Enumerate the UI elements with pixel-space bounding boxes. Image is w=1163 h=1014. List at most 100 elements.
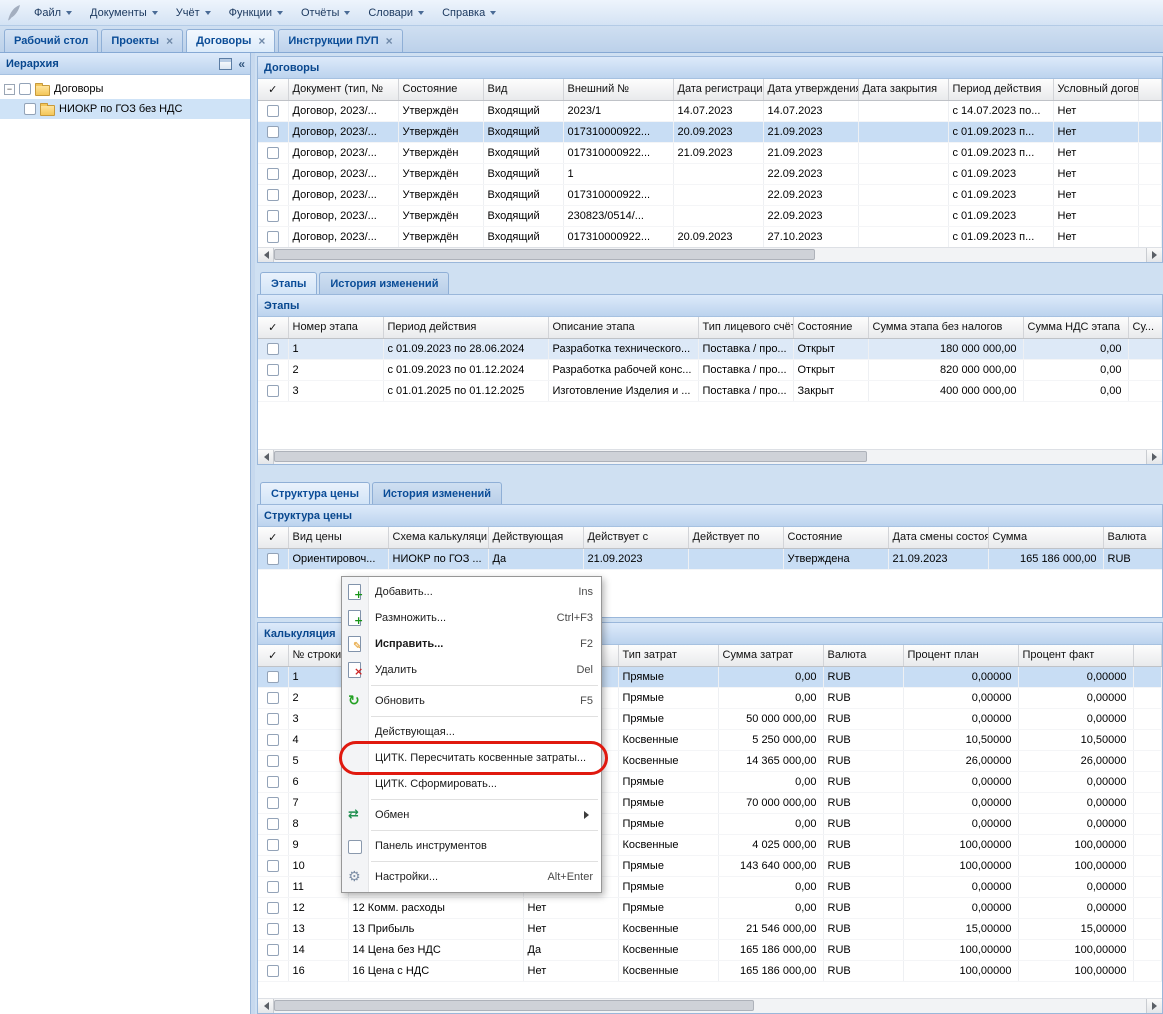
menu-item[interactable]: Обмен (342, 802, 601, 828)
column-header[interactable]: Состояние (793, 317, 868, 338)
collapse-panel-icon[interactable] (238, 58, 245, 70)
row-checkbox[interactable] (267, 147, 279, 159)
app-tab[interactable]: Договоры× (186, 29, 275, 52)
menu-item[interactable]: ЦИТК. Пересчитать косвенные затраты... (342, 745, 601, 771)
scroll-left-button[interactable] (258, 450, 274, 464)
column-header[interactable]: Внешний № (563, 79, 673, 100)
scroll-right-button[interactable] (1146, 248, 1162, 262)
row-checkbox[interactable] (267, 881, 279, 893)
row-checkbox[interactable] (267, 364, 279, 376)
menu-item[interactable]: ОбновитьF5 (342, 688, 601, 714)
scroll-right-button[interactable] (1146, 999, 1162, 1013)
column-header[interactable]: ✓ (258, 645, 288, 666)
row-checkbox[interactable] (267, 965, 279, 977)
row-checkbox[interactable] (267, 105, 279, 117)
table-row[interactable]: 1616 Цена с НДСНетКосвенные165 186 000,0… (258, 960, 1162, 981)
column-header[interactable]: Дата утверждения (763, 79, 858, 100)
column-header[interactable]: Сумма НДС этапа (1023, 317, 1128, 338)
menu-item[interactable]: ЦИТК. Сформировать... (342, 771, 601, 797)
scroll-thumb[interactable] (274, 451, 867, 462)
row-checkbox[interactable] (267, 231, 279, 243)
panel-tab[interactable]: История изменений (319, 272, 449, 294)
table-row[interactable]: Договор, 2023/...УтверждёнВходящий017310… (258, 142, 1162, 163)
scroll-track[interactable] (274, 999, 1146, 1013)
row-checkbox[interactable] (267, 553, 279, 565)
column-header[interactable]: Действует с (583, 527, 688, 548)
row-checkbox[interactable] (267, 776, 279, 788)
column-header[interactable]: Процент факт (1018, 645, 1133, 666)
panel-tab[interactable]: История изменений (372, 482, 502, 504)
app-tab[interactable]: Проекты× (101, 29, 183, 52)
horizontal-scrollbar[interactable] (258, 449, 1162, 464)
table-row[interactable]: 3с 01.01.2025 по 01.12.2025Изготовление … (258, 380, 1162, 401)
column-header[interactable]: Период действия (383, 317, 548, 338)
column-header[interactable]: Валюта (1103, 527, 1162, 548)
column-header[interactable]: ✓ (258, 527, 288, 548)
table-row[interactable]: Договор, 2023/...УтверждёнВходящий017310… (258, 121, 1162, 142)
row-checkbox[interactable] (267, 818, 279, 830)
table-row[interactable]: 1414 Цена без НДСДаКосвенные165 186 000,… (258, 939, 1162, 960)
row-checkbox[interactable] (267, 671, 279, 683)
horizontal-scrollbar[interactable] (258, 247, 1162, 262)
menu-item[interactable]: УдалитьDel (342, 657, 601, 683)
scroll-thumb[interactable] (274, 249, 815, 260)
column-header[interactable]: Сумма (988, 527, 1103, 548)
column-header[interactable]: Сумма этапа без налогов (868, 317, 1023, 338)
column-header[interactable]: Процент план (903, 645, 1018, 666)
table-row[interactable]: 1313 ПрибыльНетКосвенные21 546 000,00RUB… (258, 918, 1162, 939)
tab-close-icon[interactable]: × (258, 36, 265, 46)
table-row[interactable]: 1с 01.09.2023 по 28.06.2024Разработка те… (258, 338, 1162, 359)
column-header[interactable]: Действует по (688, 527, 783, 548)
scroll-track[interactable] (274, 450, 1146, 464)
row-checkbox[interactable] (267, 713, 279, 725)
row-checkbox[interactable] (267, 168, 279, 180)
menubar-item[interactable]: Отчёты (292, 0, 359, 25)
column-header[interactable]: Состояние (783, 527, 888, 548)
table-row[interactable]: Договор, 2023/...УтверждёнВходящий017310… (258, 226, 1162, 247)
horizontal-scrollbar[interactable] (258, 998, 1162, 1013)
row-checkbox[interactable] (267, 797, 279, 809)
app-logo-icon[interactable] (5, 4, 23, 22)
column-header[interactable]: Тип затрат (618, 645, 718, 666)
tab-close-icon[interactable]: × (386, 36, 393, 46)
column-header[interactable]: Вид (483, 79, 563, 100)
table-row[interactable]: 2с 01.09.2023 по 01.12.2024Разработка ра… (258, 359, 1162, 380)
menubar-item[interactable]: Словари (359, 0, 433, 25)
table-row[interactable]: Ориентировоч...НИОКР по ГОЗ ...Да21.09.2… (258, 548, 1162, 569)
column-header[interactable]: Валюта (823, 645, 903, 666)
column-header[interactable]: Описание этапа (548, 317, 698, 338)
table-row[interactable]: Договор, 2023/...УтверждёнВходящий2023/1… (258, 100, 1162, 121)
menu-item[interactable]: Исправить...F2 (342, 631, 601, 657)
panel-tab[interactable]: Этапы (260, 272, 317, 294)
column-header[interactable]: Схема калькуляци (388, 527, 488, 548)
column-header[interactable]: Период действия (948, 79, 1053, 100)
column-header[interactable]: ✓ (258, 317, 288, 338)
column-header[interactable]: № строки (288, 645, 348, 666)
column-header[interactable]: Сумма затрат (718, 645, 823, 666)
column-header[interactable]: ✓ (258, 79, 288, 100)
tree-node[interactable]: НИОКР по ГОЗ без НДС (0, 99, 250, 119)
app-tab[interactable]: Рабочий стол (4, 29, 98, 52)
row-checkbox[interactable] (267, 126, 279, 138)
menubar-item[interactable]: Учёт (167, 0, 220, 25)
menu-item[interactable]: Настройки...Alt+Enter (342, 864, 601, 890)
menubar-item[interactable]: Справка (433, 0, 505, 25)
row-checkbox[interactable] (267, 839, 279, 851)
grid-view-icon[interactable] (219, 58, 232, 70)
row-checkbox[interactable] (267, 755, 279, 767)
row-checkbox[interactable] (267, 860, 279, 872)
tab-close-icon[interactable]: × (166, 36, 173, 46)
row-checkbox[interactable] (267, 692, 279, 704)
scroll-right-button[interactable] (1146, 450, 1162, 464)
scroll-left-button[interactable] (258, 999, 274, 1013)
tree-node[interactable]: Договоры (0, 79, 250, 99)
row-checkbox[interactable] (267, 210, 279, 222)
row-checkbox[interactable] (267, 343, 279, 355)
scroll-left-button[interactable] (258, 248, 274, 262)
row-checkbox[interactable] (267, 734, 279, 746)
column-header[interactable]: Документ (тип, № (288, 79, 398, 100)
column-header[interactable]: Номер этапа (288, 317, 383, 338)
row-checkbox[interactable] (267, 385, 279, 397)
panel-tab[interactable]: Структура цены (260, 482, 370, 504)
row-checkbox[interactable] (267, 902, 279, 914)
